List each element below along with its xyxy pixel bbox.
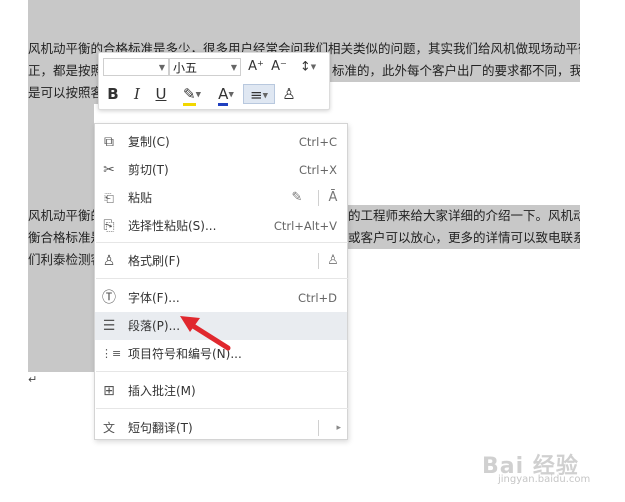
divider	[318, 253, 319, 269]
menu-divider	[96, 242, 348, 243]
align-button[interactable]: ≡▼	[243, 84, 275, 104]
font-color-button[interactable]: A▼	[211, 84, 241, 106]
divider	[318, 190, 319, 206]
shrink-font-icon[interactable]: A⁻	[269, 57, 289, 77]
context-menu: ⧉ 复制(C) Ctrl+C ✂ 剪切(T) Ctrl+X ⎗ 粘贴 ✎ Ā ⎘…	[94, 123, 348, 440]
font-size-select[interactable]: 小五 ▼	[169, 58, 241, 76]
doc-line-2a: 正，都是按照	[28, 60, 98, 82]
line-spacing-icon: ↕	[299, 59, 311, 75]
menu-divider	[96, 408, 348, 409]
highlighter-icon: ✎	[183, 85, 196, 106]
translate-icon: 文	[102, 421, 115, 435]
chevron-down-icon: ▼	[158, 63, 165, 72]
menu-item-paste-special[interactable]: ⎘ 选择性粘贴(S)... Ctrl+Alt+V	[95, 212, 347, 240]
align-icon: ≡	[250, 86, 263, 104]
menu-item-insert-comment[interactable]: ⊞ 插入批注(M)	[95, 377, 347, 405]
divider	[318, 420, 319, 436]
doc-line-2b: 标准的，此外每个客户出厂的要求都不同，我们都	[328, 60, 580, 82]
menu-divider	[96, 278, 348, 279]
font-icon: Ⓣ	[102, 290, 116, 306]
annotation-arrow-icon	[180, 316, 231, 351]
doc-line-6: 们利泰检测客	[28, 249, 94, 271]
doc-line-3: 是可以按照客	[28, 82, 98, 104]
comment-icon: ⊞	[103, 383, 115, 399]
highlight-button[interactable]: ✎▼	[177, 84, 207, 106]
format-painter-icon: ♙	[102, 253, 116, 269]
bullets-icon: ⋮≡	[101, 347, 122, 360]
menu-item-label: 插入批注(M)	[128, 384, 196, 398]
menu-divider	[96, 371, 348, 372]
paste-text-only-icon[interactable]: Ā	[325, 190, 341, 206]
menu-item-label: 段落(P)...	[128, 319, 181, 333]
menu-item-copy[interactable]: ⧉ 复制(C) Ctrl+C	[95, 128, 347, 156]
menu-item-format-painter[interactable]: ♙ 格式刷(F) ♙	[95, 247, 347, 275]
menu-item-shortcut: Ctrl+X	[299, 163, 337, 177]
bold-button[interactable]: B	[103, 84, 123, 104]
italic-button[interactable]: I	[127, 84, 147, 104]
font-name-select[interactable]: ▼	[103, 58, 169, 76]
baidu-watermark-url: jingyan.baidu.com	[498, 474, 591, 485]
paragraph-mark: ↵	[28, 373, 38, 386]
menu-item-shortcut: Ctrl+D	[298, 291, 337, 305]
submenu-arrow-icon[interactable]: ▸	[336, 414, 341, 442]
menu-item-label: 短句翻译(T)	[128, 421, 193, 435]
menu-item-label: 复制(C)	[128, 135, 170, 149]
paste-special-icon: ⎘	[103, 218, 115, 234]
underline-button[interactable]: U	[151, 84, 171, 104]
format-painter-lock-icon[interactable]: ♙	[325, 253, 341, 269]
grow-font-icon[interactable]: A⁺	[246, 57, 266, 77]
selection-highlight-top	[28, 0, 580, 38]
menu-item-translate[interactable]: 文 短句翻译(T) ▸	[95, 414, 347, 442]
font-color-icon: A	[218, 85, 229, 106]
chevron-down-icon: ▼	[230, 63, 237, 72]
menu-item-label: 选择性粘贴(S)...	[128, 219, 217, 233]
menu-item-cut[interactable]: ✂ 剪切(T) Ctrl+X	[95, 156, 347, 184]
mini-toolbar: ▼ 小五 ▼ A⁺ A⁻ ↕▼ B I U ✎▼ A▼ ≡▼ ♙	[98, 52, 330, 110]
doc-line-5a: 衡合格标准是	[28, 227, 94, 249]
paste-icon: ⎗	[104, 191, 114, 205]
paragraph-icon: ☰	[102, 318, 116, 334]
paste-keep-format-icon[interactable]: ✎	[289, 190, 305, 206]
menu-item-label: 格式刷(F)	[128, 254, 181, 268]
scissors-icon: ✂	[103, 162, 115, 178]
doc-line-5b: 或客户可以放心，更多的详情可以致电联系我	[348, 227, 580, 249]
line-spacing-button[interactable]: ↕▼	[294, 57, 322, 77]
menu-item-shortcut: Ctrl+C	[298, 135, 337, 149]
copy-icon: ⧉	[104, 134, 114, 150]
format-painter-icon[interactable]: ♙	[279, 84, 299, 104]
menu-item-label: 剪切(T)	[128, 163, 169, 177]
font-size-value: 小五	[173, 61, 198, 75]
menu-item-shortcut: Ctrl+Alt+V	[273, 219, 337, 233]
menu-item-paste[interactable]: ⎗ 粘贴 ✎ Ā	[95, 184, 347, 212]
doc-line-4a: 风机动平衡的	[28, 205, 94, 227]
menu-item-label: 粘贴	[128, 191, 153, 205]
menu-item-label: 字体(F)...	[128, 291, 180, 305]
doc-line-4b: 的工程师来给大家详细的介绍一下。风机动平	[348, 205, 580, 227]
